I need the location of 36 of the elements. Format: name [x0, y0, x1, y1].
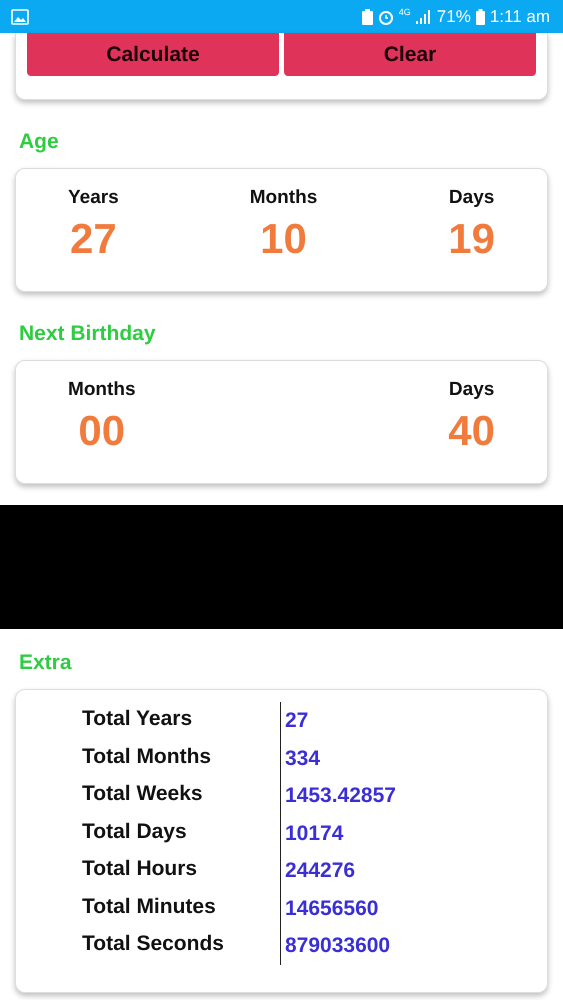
field-value: 00	[78, 407, 126, 455]
stat-value: 334	[284, 746, 322, 772]
stat-label: Total Days	[82, 814, 281, 852]
section-title: Age	[19, 130, 60, 155]
field-label: Days	[448, 379, 494, 401]
stat-value: 1453.42857	[284, 783, 397, 809]
field-value: 10	[260, 215, 307, 263]
section-title: Extra	[19, 651, 73, 676]
stat-label: Total Weeks	[82, 777, 281, 814]
network-type: 4G	[398, 7, 411, 17]
field-value: 27	[70, 215, 117, 263]
section-title: Next Birthday	[19, 322, 157, 347]
field-value: 40	[448, 407, 495, 455]
stat-value: 244276	[284, 858, 356, 884]
battery-percent: 71%	[436, 6, 471, 26]
signal-icon	[416, 10, 432, 24]
stat-value: 10174	[284, 820, 344, 846]
field-label: Months	[250, 187, 318, 209]
stat-label: Total Minutes	[82, 890, 281, 927]
clock: 1:11 am	[490, 6, 550, 26]
action-button[interactable]: Calculate	[27, 33, 279, 76]
stat-value: 879033600	[284, 933, 392, 959]
battery-icon	[476, 8, 485, 24]
stat-label: Total Months	[82, 740, 281, 777]
stat-value: 14656560	[284, 896, 380, 922]
field-label: Months	[68, 379, 136, 401]
action-button[interactable]: Clear	[284, 33, 536, 76]
image-icon	[11, 8, 29, 24]
stat-label: Total Hours	[82, 852, 281, 890]
field-value: 19	[448, 215, 495, 263]
stat-label: Total Years	[82, 702, 281, 740]
alarm-icon	[378, 8, 394, 24]
stat-label: Total Seconds	[82, 927, 281, 964]
field-label: Years	[68, 187, 119, 209]
stat-value: 27	[284, 708, 310, 734]
field-label: Days	[448, 187, 494, 209]
